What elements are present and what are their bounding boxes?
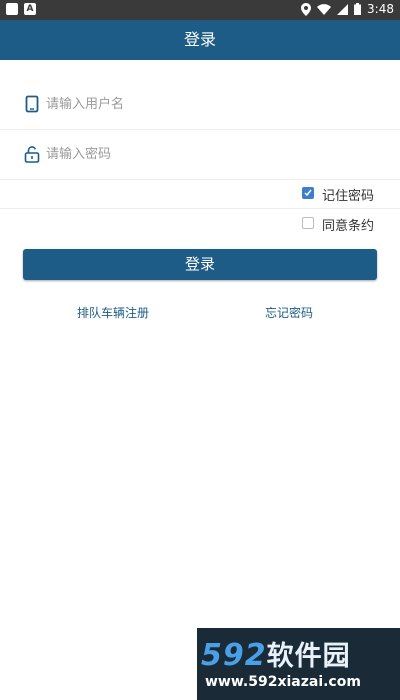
page-title: 登录	[183, 30, 216, 49]
watermark-logo: 592软件园	[201, 634, 351, 673]
app-bar: 登录	[0, 20, 400, 60]
forgot-password-link[interactable]: 忘记密码	[265, 304, 313, 321]
username-input[interactable]	[46, 93, 366, 115]
location-icon	[301, 2, 312, 16]
agree-row: 同意条约	[0, 209, 400, 238]
notification-icon	[6, 3, 18, 15]
status-time: 3:48	[367, 2, 394, 16]
a-notification-icon: A	[24, 3, 36, 15]
agree-checkbox[interactable]	[302, 217, 314, 229]
signal-icon	[337, 3, 349, 15]
watermark: 592软件园 www.592xiazai.com	[197, 628, 400, 700]
watermark-logo-num: 592	[201, 638, 267, 673]
register-link[interactable]: 排队车辆注册	[77, 304, 149, 321]
check-icon	[304, 189, 312, 197]
watermark-logo-cn: 软件园	[266, 641, 351, 672]
agree-label[interactable]: 同意条约	[322, 215, 374, 234]
remember-row: 记住密码	[0, 179, 400, 209]
password-input[interactable]	[46, 143, 366, 165]
unlock-icon	[22, 144, 42, 164]
watermark-url: www.592xiazai.com	[205, 674, 361, 690]
status-bar: A 3:48	[0, 0, 400, 20]
phone-icon	[22, 94, 42, 114]
login-button[interactable]: 登录	[23, 249, 377, 280]
remember-label[interactable]: 记住密码	[322, 185, 374, 204]
wifi-icon	[317, 3, 332, 15]
username-row	[0, 80, 400, 130]
battery-icon	[354, 3, 362, 15]
password-row	[0, 130, 400, 180]
remember-checkbox[interactable]	[302, 187, 314, 199]
